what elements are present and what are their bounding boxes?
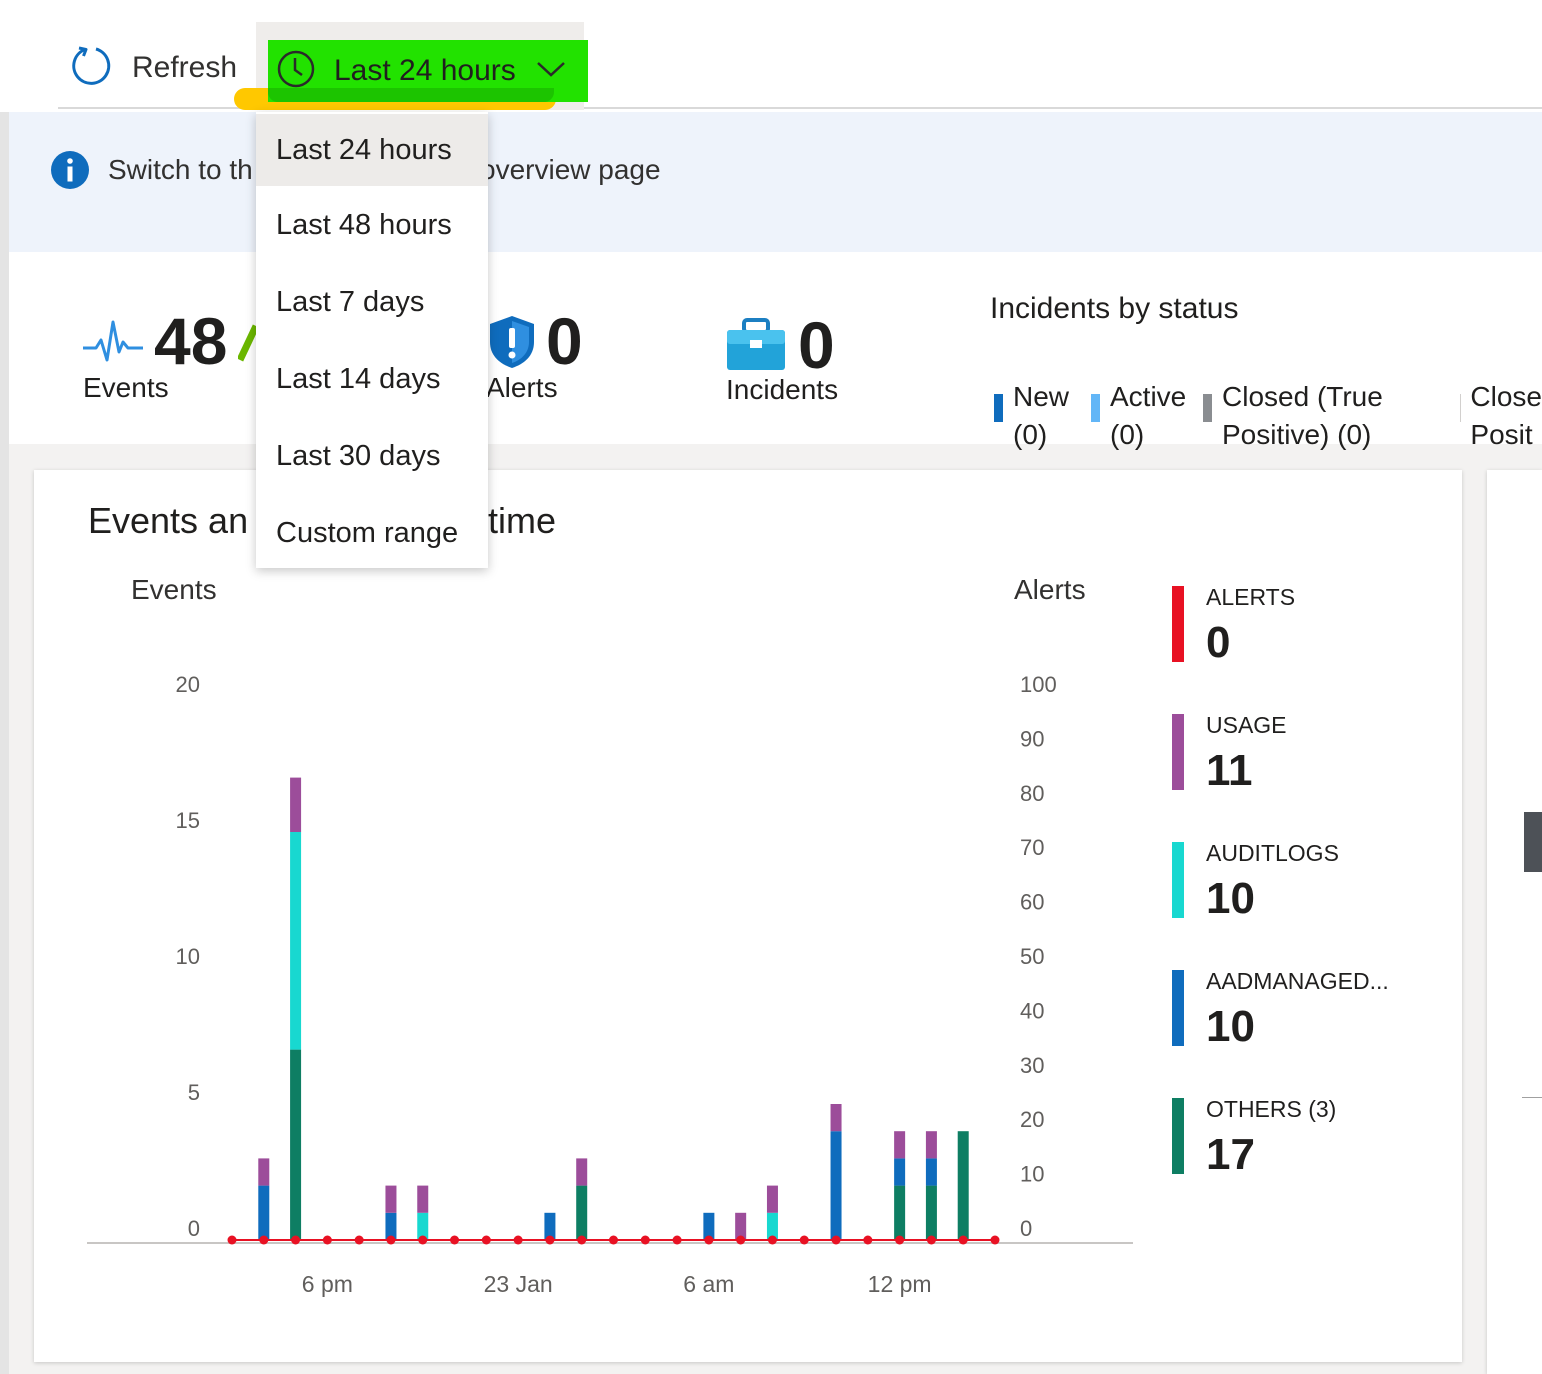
bar-segment [894, 1185, 906, 1240]
right-axis-tick: 0 [1020, 1216, 1032, 1241]
series-legend-value: 11 [1206, 746, 1253, 795]
right-axis-tick: 100 [1020, 672, 1057, 697]
series-legend-aadmanaged[interactable]: AADMANAGED... 10 [1172, 968, 1442, 1096]
legend-swatch [1172, 842, 1184, 918]
alerts-point [481, 1235, 491, 1245]
alerts-point [863, 1235, 873, 1245]
series-legend-usage[interactable]: USAGE 11 [1172, 712, 1442, 840]
menu-item-last-48-hours[interactable]: Last 48 hours [256, 189, 488, 261]
bar-segment [385, 1185, 397, 1213]
right-axis-tick: 20 [1020, 1107, 1044, 1132]
series-legend-value: 10 [1206, 874, 1255, 923]
right-axis-tick: 70 [1020, 835, 1044, 860]
x-axis-tick: 6 am [683, 1271, 734, 1297]
bar-segment [290, 832, 302, 1050]
menu-item-last-14-days[interactable]: Last 14 days [256, 343, 488, 415]
series-legend-others[interactable]: OTHERS (3) 17 [1172, 1096, 1442, 1224]
alerts-point [736, 1235, 746, 1245]
alerts-point [418, 1235, 428, 1245]
series-legend-name: OTHERS (3) [1206, 1096, 1337, 1122]
left-axis-tick: 15 [176, 808, 200, 833]
legend-swatch [1172, 1098, 1184, 1174]
legend-swatch [1172, 586, 1184, 662]
menu-item-last-24-hours[interactable]: Last 24 hours [256, 114, 488, 186]
alerts-point [672, 1235, 682, 1245]
alerts-point [577, 1235, 587, 1245]
bar-segment [576, 1158, 588, 1186]
series-legend-auditlogs[interactable]: AUDITLOGS 10 [1172, 840, 1442, 968]
alerts-point [450, 1235, 460, 1245]
bar-segment [258, 1158, 270, 1186]
alerts-point [609, 1235, 618, 1245]
right-axis-tick: 30 [1020, 1053, 1044, 1078]
alerts-point [259, 1235, 269, 1245]
alerts-point [799, 1235, 809, 1245]
right-axis-tick: 80 [1020, 781, 1044, 806]
right-axis-tick: 40 [1020, 998, 1044, 1023]
alerts-point [831, 1235, 841, 1245]
series-legend-name: AUDITLOGS [1206, 840, 1339, 866]
bar-segment [766, 1185, 778, 1213]
series-legend-value: 10 [1206, 1002, 1255, 1051]
alerts-point [926, 1235, 936, 1245]
right-axis-tick: 10 [1020, 1162, 1044, 1187]
x-axis-tick: 23 Jan [484, 1271, 553, 1297]
alerts-point [513, 1235, 523, 1245]
right-axis-tick: 60 [1020, 890, 1044, 915]
menu-item-last-30-days[interactable]: Last 30 days [256, 420, 488, 492]
bar-segment [925, 1185, 937, 1240]
alerts-point [958, 1235, 968, 1245]
menu-item-custom-range[interactable]: Custom range [256, 497, 488, 569]
alerts-point [990, 1235, 1000, 1245]
series-legend-value: 17 [1206, 1130, 1255, 1179]
series-legend: ALERTS 0 USAGE 11 AUDITLOGS 10 AADMANAGE… [1172, 584, 1442, 1224]
alerts-point [704, 1235, 714, 1245]
alerts-point [386, 1235, 396, 1245]
right-axis-tick: 50 [1020, 944, 1044, 969]
alerts-point [227, 1235, 237, 1245]
series-legend-name: USAGE [1206, 712, 1287, 738]
bar-segment [925, 1131, 937, 1159]
alerts-point [895, 1235, 905, 1245]
bar-segment [290, 1049, 302, 1240]
bar-segment [576, 1185, 588, 1240]
alerts-point [545, 1235, 555, 1245]
series-legend-alerts[interactable]: ALERTS 0 [1172, 584, 1442, 712]
time-range-menu: Last 24 hours Last 48 hours Last 7 days … [256, 112, 488, 568]
bar-segment [894, 1158, 906, 1186]
alerts-point [640, 1235, 650, 1245]
bar-segment [830, 1131, 842, 1240]
legend-swatch [1172, 714, 1184, 790]
bar-segment [258, 1185, 270, 1240]
right-axis-tick: 90 [1020, 726, 1044, 751]
left-axis-tick: 0 [188, 1216, 200, 1241]
x-axis-tick: 6 pm [302, 1271, 353, 1297]
alerts-point [322, 1235, 332, 1245]
menu-item-last-7-days[interactable]: Last 7 days [256, 266, 488, 338]
bar-segment [417, 1185, 429, 1213]
bar-segment [957, 1131, 969, 1240]
alerts-point [354, 1235, 364, 1245]
left-axis-tick: 5 [188, 1080, 200, 1105]
left-axis-tick: 20 [176, 672, 200, 697]
legend-swatch [1172, 970, 1184, 1046]
bar-segment [894, 1131, 906, 1159]
x-axis-tick: 12 pm [868, 1271, 932, 1297]
left-axis-tick: 10 [176, 944, 200, 969]
bar-segment [830, 1104, 842, 1132]
bar-segment [925, 1158, 937, 1186]
alerts-point [291, 1235, 301, 1245]
series-legend-name: ALERTS [1206, 584, 1296, 610]
bar-segment [290, 777, 302, 832]
series-legend-value: 0 [1206, 618, 1231, 667]
alerts-point [767, 1235, 777, 1245]
series-legend-name: AADMANAGED... [1206, 968, 1389, 994]
